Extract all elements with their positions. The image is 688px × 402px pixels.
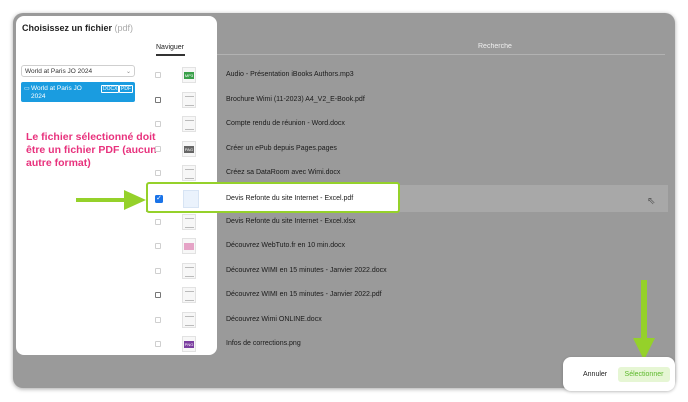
chevron-down-icon: ⌄ — [125, 69, 131, 75]
header-divider — [190, 54, 665, 55]
file-checkbox-checked[interactable]: ✓ — [155, 195, 163, 203]
file-thumbnail — [182, 116, 196, 132]
document-icon — [185, 267, 194, 277]
file-thumbnail — [182, 165, 196, 181]
location-select[interactable]: World at Paris JO 2024 ⌄ — [21, 65, 135, 77]
file-checkbox[interactable] — [155, 219, 161, 225]
document-icon — [185, 169, 194, 179]
folder-tag-pdf: PDF — [119, 85, 133, 93]
document-icon — [185, 96, 194, 106]
file-thumbnail — [183, 190, 199, 208]
file-name: Découvrez WIMI en 15 minutes - Janvier 2… — [226, 267, 387, 274]
file-row[interactable]: Découvrez WIMI en 15 minutes - Janvier 2… — [149, 284, 399, 308]
file-name: Découvrez WIMI en 15 minutes - Janvier 2… — [226, 291, 382, 298]
file-thumbnail: PNG — [182, 336, 196, 352]
file-thumbnail — [182, 312, 196, 328]
file-name: Découvrez Wimi ONLINE.docx — [226, 316, 322, 323]
file-name: Infos de corrections.png — [226, 340, 301, 347]
file-thumbnail: PAG — [182, 141, 196, 157]
file-name: Créer un ePub depuis Pages.pages — [226, 145, 337, 152]
folder-tag-docx: DOCX — [101, 85, 120, 93]
file-checkbox[interactable] — [155, 341, 161, 347]
file-name: Créez sa DataRoom avec Wimi.docx — [226, 169, 341, 176]
file-name: Compte rendu de réunion - Word.docx — [226, 120, 345, 127]
annotation-arrow-right-icon — [76, 190, 146, 210]
file-thumbnail — [182, 92, 196, 108]
file-thumbnail — [182, 214, 196, 230]
document-icon — [185, 316, 194, 326]
folder-icon: ▭ — [24, 86, 30, 92]
file-row[interactable]: Découvrez Wimi ONLINE.docx — [149, 309, 399, 333]
file-checkbox[interactable] — [155, 317, 161, 323]
file-thumbnail — [182, 238, 196, 254]
file-row[interactable]: PAG Créer un ePub depuis Pages.pages — [149, 138, 399, 162]
file-row[interactable]: MP3 Audio - Présentation iBooks Authors.m… — [149, 64, 399, 88]
file-checkbox[interactable] — [155, 72, 161, 78]
file-thumbnail: MP3 — [182, 67, 196, 83]
file-name: Audio - Présentation iBooks Authors.mp3 — [226, 71, 354, 78]
file-name: Devis Refonte du site Internet - Excel.p… — [226, 195, 354, 202]
file-row[interactable]: Découvrez WIMI en 15 minutes - Janvier 2… — [149, 260, 399, 284]
cancel-button[interactable]: Annuler — [583, 371, 607, 378]
annotation-note: Le fichier sélectionné doit être un fich… — [26, 131, 157, 169]
document-icon — [185, 218, 194, 228]
dialog-title: Choisissez un fichier (pdf) — [22, 23, 134, 33]
folder-name: World at Paris JO 2024 — [31, 85, 82, 100]
file-name: Brochure Wimi (11-2023) A4_V2_E-Book.pdf — [226, 96, 365, 103]
dialog-footer: Annuler Sélectionner — [563, 357, 675, 391]
file-name: Découvrez WebTuto.fr en 10 min.docx — [226, 242, 346, 249]
file-checkbox[interactable] — [155, 243, 161, 249]
file-row[interactable]: Compte rendu de réunion - Word.docx — [149, 113, 399, 137]
file-row[interactable]: PNG Infos de corrections.png — [149, 333, 399, 357]
file-thumbnail — [182, 263, 196, 279]
file-checkbox[interactable] — [155, 121, 161, 127]
document-icon — [185, 120, 194, 130]
annotation-arrow-down-icon — [633, 280, 655, 360]
file-thumbnail — [182, 287, 196, 303]
file-checkbox[interactable] — [155, 97, 161, 103]
dialog-title-ext: (pdf) — [114, 23, 134, 33]
document-icon — [185, 291, 194, 301]
file-type-tag: PAG — [184, 146, 194, 153]
file-checkbox[interactable] — [155, 170, 161, 176]
selected-file-row[interactable]: ✓ Devis Refonte du site Internet - Excel… — [146, 182, 400, 213]
file-type-tag: PNG — [184, 341, 194, 348]
search-label[interactable]: Recherche — [478, 43, 512, 50]
mouse-pointer-icon: ⇖ — [647, 196, 656, 207]
select-button[interactable]: Sélectionner — [618, 367, 670, 382]
file-checkbox[interactable] — [155, 268, 161, 274]
file-row[interactable]: Brochure Wimi (11-2023) A4_V2_E-Book.pdf — [149, 89, 399, 113]
file-checkbox[interactable] — [155, 146, 161, 152]
file-type-tag: MP3 — [184, 72, 194, 79]
file-checkbox[interactable] — [155, 292, 161, 298]
file-row[interactable]: Découvrez WebTuto.fr en 10 min.docx — [149, 235, 399, 259]
file-row[interactable]: Devis Refonte du site Internet - Excel.x… — [149, 211, 399, 235]
tab-browse[interactable]: Naviguer — [156, 44, 184, 51]
location-select-value: World at Paris JO 2024 — [25, 68, 93, 75]
file-name: Devis Refonte du site Internet - Excel.x… — [226, 218, 356, 225]
tab-browse-underline — [156, 54, 185, 56]
image-preview-icon — [184, 243, 194, 250]
sidebar-folder-item[interactable]: ▭ World at Paris JO 2024 DOCX PDF — [21, 82, 135, 102]
